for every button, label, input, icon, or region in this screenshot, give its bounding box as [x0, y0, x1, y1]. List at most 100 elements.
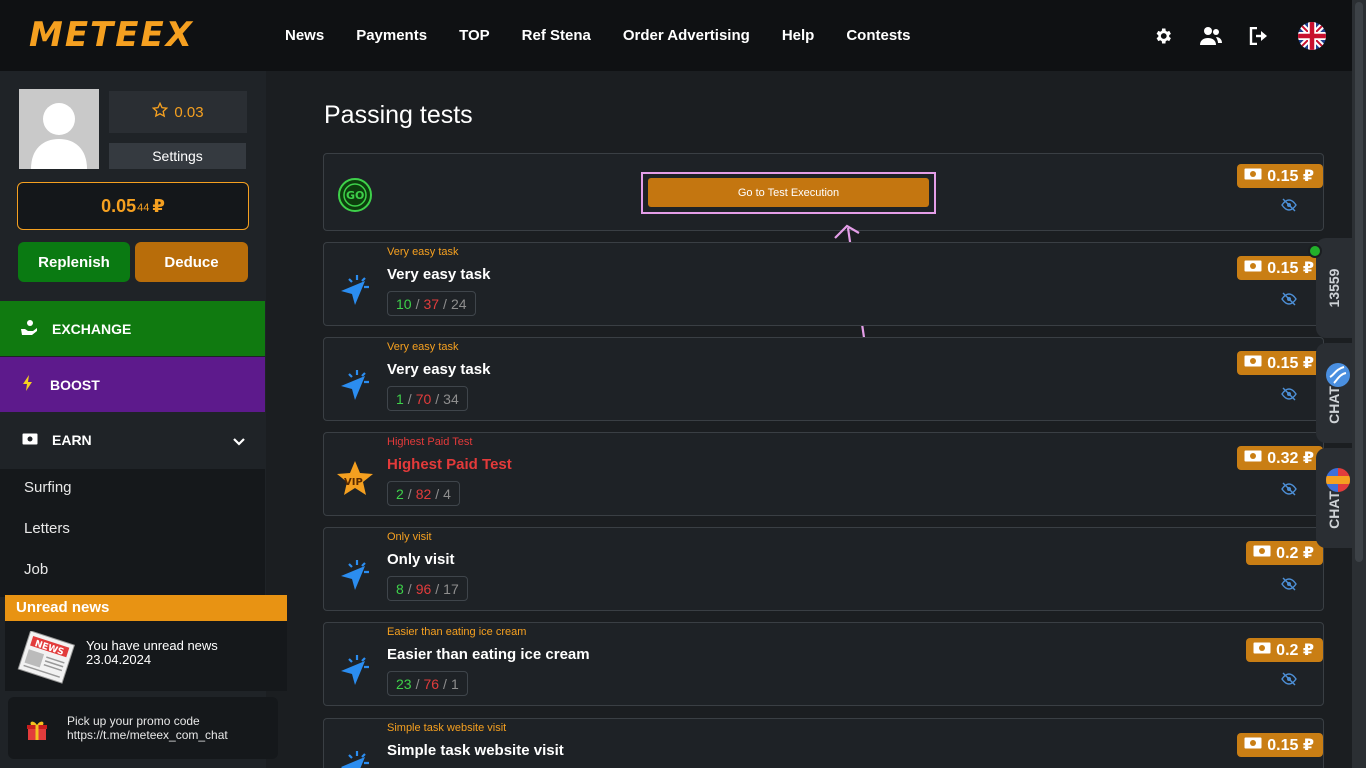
task-category: Very easy task: [387, 341, 459, 353]
submenu-letters[interactable]: Letters: [24, 520, 70, 537]
chevron-down-icon[interactable]: [233, 433, 245, 449]
hide-eye-icon[interactable]: [1281, 198, 1297, 212]
rating-badge: 0.03: [109, 91, 247, 133]
task-card-vip[interactable]: VIP Highest Paid Test Highest Paid Test …: [323, 432, 1324, 516]
task-price-value: 0.15 ₽: [1267, 737, 1314, 754]
chat-tab-1[interactable]: CHAT: [1316, 343, 1352, 443]
stat-left: 70: [415, 390, 432, 407]
chat-tab-2[interactable]: CHAT: [1316, 448, 1352, 548]
submenu-surfing[interactable]: Surfing: [24, 479, 72, 496]
avatar[interactable]: [19, 89, 99, 169]
stat-left: 82: [415, 485, 432, 502]
nav-ref-stena[interactable]: Ref Stena: [522, 27, 591, 44]
news-header: Unread news: [5, 595, 287, 621]
newspaper-icon: NEWS: [15, 630, 77, 690]
task-title[interactable]: Easier than eating ice cream: [387, 646, 590, 663]
promo-link[interactable]: https://t.me/meteex_com_chat: [67, 728, 228, 742]
stat-done: 23: [396, 675, 412, 692]
gear-icon[interactable]: [1150, 23, 1176, 49]
menu-exchange-label: EXCHANGE: [52, 320, 132, 337]
cash-icon: [1244, 259, 1262, 277]
highlight-box: [641, 172, 936, 214]
task-price: 0.15 ₽: [1237, 256, 1323, 280]
stat-left: 37: [423, 295, 440, 312]
page-title: Passing tests: [324, 101, 473, 129]
logout-icon[interactable]: [1246, 23, 1272, 49]
users-icon[interactable]: [1198, 23, 1224, 49]
chat-globe-icon: [1326, 363, 1350, 387]
task-category: Simple task website visit: [387, 722, 507, 734]
promo-widget[interactable]: Pick up your promo code https://t.me/met…: [8, 697, 278, 759]
balance-display: 0.05 44 ₽: [17, 182, 249, 230]
task-stats: 23/76/1: [387, 671, 468, 696]
cursor-click-icon: [335, 554, 375, 594]
online-dot-icon: [1308, 244, 1322, 258]
task-stats: 10/37/24: [387, 291, 476, 316]
menu-boost[interactable]: BOOST: [0, 357, 265, 412]
star-icon: [152, 101, 169, 122]
menu-exchange[interactable]: EXCHANGE: [0, 301, 265, 356]
task-title[interactable]: Very easy task: [387, 266, 490, 283]
task-card[interactable]: Only visit Only visit 8/96/17 0.2 ₽: [323, 527, 1324, 611]
task-price-value: 0.2 ₽: [1276, 642, 1314, 659]
lightning-icon: [22, 375, 34, 394]
chat-label: CHAT: [1326, 491, 1342, 529]
main-nav: News Payments TOP Ref Stena Order Advert…: [285, 27, 943, 44]
unread-news-widget[interactable]: Unread news NEWS You have unread news 23…: [5, 595, 287, 691]
cursor-click-icon: [335, 269, 375, 309]
task-title[interactable]: Only visit: [387, 551, 455, 568]
stat-hours: 24: [450, 295, 467, 312]
logo[interactable]: METEEX: [29, 15, 194, 55]
chat-flag-icon: [1326, 468, 1350, 492]
task-title[interactable]: Very easy task: [387, 361, 490, 378]
uk-flag-icon[interactable]: [1298, 22, 1326, 50]
task-card[interactable]: Very easy task Very easy task 10/37/24 0…: [323, 242, 1324, 326]
task-stats: 1/70/34: [387, 386, 468, 411]
balance-main: 0.05: [101, 195, 137, 216]
hide-eye-icon[interactable]: [1281, 292, 1297, 306]
page-scrollbar[interactable]: [1352, 0, 1366, 768]
task-price: 0.15 ₽: [1237, 733, 1323, 757]
stat-hours: 1: [450, 675, 459, 692]
scrollbar-thumb[interactable]: [1355, 2, 1363, 562]
hide-eye-icon[interactable]: [1281, 387, 1297, 401]
balance-currency: ₽: [152, 195, 165, 216]
deduce-button[interactable]: Deduce: [135, 242, 248, 282]
task-price: 0.2 ₽: [1246, 638, 1323, 662]
cash-icon: [1244, 167, 1262, 185]
nav-payments[interactable]: Payments: [356, 27, 427, 44]
replenish-button[interactable]: Replenish: [18, 242, 130, 282]
task-price: 0.15 ₽: [1237, 351, 1323, 375]
submenu-job[interactable]: Job: [24, 561, 48, 578]
task-card[interactable]: Very easy task Very easy task 1/70/34 0.…: [323, 337, 1324, 421]
hide-eye-icon[interactable]: [1281, 577, 1297, 591]
cash-icon: [1244, 449, 1262, 467]
hide-eye-icon[interactable]: [1281, 672, 1297, 686]
nav-order-advertising[interactable]: Order Advertising: [623, 27, 750, 44]
task-title[interactable]: Highest Paid Test: [387, 456, 512, 473]
task-title[interactable]: Simple task website visit: [387, 742, 564, 759]
task-category: Very easy task: [387, 246, 459, 258]
task-price-value: 0.32 ₽: [1267, 450, 1314, 467]
menu-earn[interactable]: EARN: [0, 413, 265, 467]
balance-small: 44: [137, 202, 150, 214]
nav-help[interactable]: Help: [782, 27, 815, 44]
nav-news[interactable]: News: [285, 27, 324, 44]
nav-top[interactable]: TOP: [459, 27, 490, 44]
news-message: You have unread news: [86, 638, 218, 653]
promo-line1: Pick up your promo code: [67, 714, 200, 728]
cash-icon: [1244, 354, 1262, 372]
nav-contests[interactable]: Contests: [846, 27, 910, 44]
task-price-value: 0.15 ₽: [1267, 168, 1314, 185]
svg-text:VIP: VIP: [344, 477, 363, 488]
task-price-value: 0.15 ₽: [1267, 260, 1314, 277]
cursor-click-icon: [335, 649, 375, 689]
task-stats: 8/96/17: [387, 576, 468, 601]
task-card[interactable]: Easier than eating ice cream Easier than…: [323, 622, 1324, 706]
hide-eye-icon[interactable]: [1281, 482, 1297, 496]
task-price-value: 0.15 ₽: [1267, 355, 1314, 372]
task-card[interactable]: Simple task website visit Simple task we…: [323, 718, 1324, 768]
settings-button[interactable]: Settings: [109, 143, 246, 169]
online-counter-tab[interactable]: 13559: [1308, 238, 1352, 338]
news-date: 23.04.2024: [86, 652, 152, 667]
